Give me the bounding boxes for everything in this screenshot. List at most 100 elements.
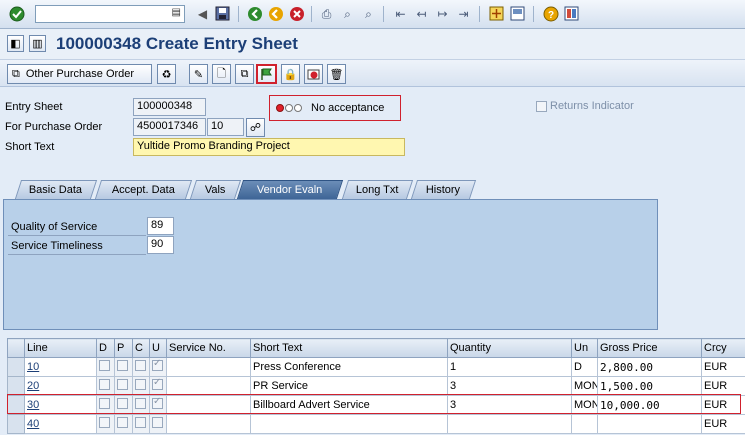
- enter-check-icon[interactable]: [8, 5, 25, 22]
- short-text-cell[interactable]: Billboard Advert Service: [250, 395, 448, 415]
- service-no-cell[interactable]: [166, 414, 251, 434]
- edit-pencil-icon[interactable]: ✎: [189, 64, 208, 84]
- c-checkbox-cell[interactable]: [132, 395, 150, 415]
- hold-icon[interactable]: ◧: [7, 35, 24, 52]
- quantity-cell[interactable]: [447, 414, 572, 434]
- tab-long-txt[interactable]: Long Txt: [341, 180, 414, 199]
- line-cell[interactable]: 30: [24, 395, 97, 415]
- tab-history[interactable]: History: [410, 180, 477, 199]
- line-cell[interactable]: 40: [24, 414, 97, 434]
- print-icon[interactable]: ⎙: [318, 5, 335, 22]
- column-header-u[interactable]: U: [149, 338, 167, 358]
- line-cell[interactable]: 20: [24, 376, 97, 396]
- help-icon[interactable]: ?: [542, 5, 559, 22]
- d-checkbox-cell[interactable]: [96, 357, 115, 377]
- returns-checkbox[interactable]: [536, 100, 547, 112]
- service-timeliness-field[interactable]: 90: [147, 236, 174, 254]
- gross-price-cell[interactable]: [597, 414, 702, 434]
- accept-flag-icon[interactable]: [256, 64, 277, 84]
- table-row[interactable]: 10 Press Conference 1 D 2,800.00 EUR: [7, 357, 745, 377]
- column-header-d[interactable]: D: [96, 338, 115, 358]
- c-checkbox-cell[interactable]: [132, 414, 150, 434]
- exit-icon[interactable]: [267, 5, 284, 22]
- quantity-cell[interactable]: 3: [447, 395, 572, 415]
- document-overview-icon[interactable]: ▥: [29, 35, 46, 52]
- collapse-arrow-icon[interactable]: ◀: [194, 5, 211, 22]
- command-input[interactable]: [36, 6, 166, 22]
- u-checkbox-cell[interactable]: [149, 414, 167, 434]
- d-checkbox-cell[interactable]: [96, 414, 115, 434]
- select-po-item-icon[interactable]: ☍: [246, 118, 265, 137]
- column-header-p[interactable]: P: [114, 338, 133, 358]
- gross-price-cell[interactable]: 2,800.00: [597, 357, 702, 377]
- row-selector[interactable]: [7, 376, 25, 396]
- tab-basic-data[interactable]: Basic Data: [14, 180, 98, 199]
- shortcut-icon[interactable]: [509, 5, 526, 22]
- delete-icon[interactable]: 🗑: [327, 64, 346, 84]
- column-header-quantity[interactable]: Quantity: [447, 338, 572, 358]
- find-icon[interactable]: ⌕: [339, 5, 356, 22]
- u-checkbox-cell[interactable]: [149, 376, 167, 396]
- tab-accept-data[interactable]: Accept. Data: [94, 180, 193, 199]
- p-checkbox-cell[interactable]: [114, 376, 133, 396]
- service-no-cell[interactable]: [166, 357, 251, 377]
- table-row[interactable]: 30 Billboard Advert Service 3 MON 10,000…: [7, 395, 745, 415]
- d-checkbox-cell[interactable]: [96, 395, 115, 415]
- previous-page-icon[interactable]: ↤: [413, 5, 430, 22]
- quality-of-service-field[interactable]: 89: [147, 217, 174, 235]
- c-checkbox-cell[interactable]: [132, 357, 150, 377]
- unit-cell[interactable]: MON: [571, 395, 598, 415]
- quantity-cell[interactable]: 3: [447, 376, 572, 396]
- currency-cell[interactable]: EUR: [701, 414, 745, 434]
- currency-cell[interactable]: EUR: [701, 395, 745, 415]
- history-dropdown-icon[interactable]: ▤: [172, 7, 181, 18]
- short-text-cell[interactable]: [250, 414, 448, 434]
- copy-icon[interactable]: ⧉: [235, 64, 254, 84]
- table-row[interactable]: 20 PR Service 3 MON 1,500.00 EUR: [7, 376, 745, 396]
- service-no-cell[interactable]: [166, 395, 251, 415]
- column-header-currency[interactable]: Crcy: [701, 338, 745, 358]
- tab-vals[interactable]: Vals: [189, 180, 242, 199]
- short-text-cell[interactable]: Press Conference: [250, 357, 448, 377]
- cancel-icon[interactable]: [288, 5, 305, 22]
- u-checkbox-cell[interactable]: [149, 357, 167, 377]
- column-header-gross-price[interactable]: Gross Price: [597, 338, 702, 358]
- gross-price-cell[interactable]: 10,000.00: [597, 395, 702, 415]
- first-page-icon[interactable]: ⇤: [392, 5, 409, 22]
- row-selector[interactable]: [7, 395, 25, 415]
- column-header-unit[interactable]: Un: [571, 338, 598, 358]
- new-document-icon[interactable]: 🗋: [212, 64, 231, 84]
- new-session-icon[interactable]: [488, 5, 505, 22]
- tab-vendor-evaln[interactable]: Vendor Evaln: [236, 180, 344, 199]
- p-checkbox-cell[interactable]: [114, 357, 133, 377]
- back-icon[interactable]: [246, 5, 263, 22]
- display-change-icon[interactable]: ♻: [157, 64, 176, 84]
- revoke-icon[interactable]: [304, 64, 323, 84]
- last-page-icon[interactable]: ⇥: [455, 5, 472, 22]
- find-next-icon[interactable]: ⌕: [360, 5, 377, 22]
- column-header-short-text[interactable]: Short Text: [250, 338, 448, 358]
- lock-icon[interactable]: 🔒: [281, 64, 300, 84]
- c-checkbox-cell[interactable]: [132, 376, 150, 396]
- unit-cell[interactable]: [571, 414, 598, 434]
- service-no-cell[interactable]: [166, 376, 251, 396]
- row-selector[interactable]: [7, 357, 25, 377]
- unit-cell[interactable]: D: [571, 357, 598, 377]
- currency-cell[interactable]: EUR: [701, 376, 745, 396]
- column-header-service-no[interactable]: Service No.: [166, 338, 251, 358]
- gross-price-cell[interactable]: 1,500.00: [597, 376, 702, 396]
- row-selector[interactable]: [7, 414, 25, 434]
- d-checkbox-cell[interactable]: [96, 376, 115, 396]
- table-row[interactable]: 40 EUR: [7, 414, 745, 434]
- p-checkbox-cell[interactable]: [114, 395, 133, 415]
- customize-layout-icon[interactable]: [563, 5, 580, 22]
- p-checkbox-cell[interactable]: [114, 414, 133, 434]
- line-cell[interactable]: 10: [24, 357, 97, 377]
- quantity-cell[interactable]: 1: [447, 357, 572, 377]
- unit-cell[interactable]: MON: [571, 376, 598, 396]
- short-text-field[interactable]: Yultide Promo Branding Project: [133, 138, 405, 156]
- short-text-cell[interactable]: PR Service: [250, 376, 448, 396]
- column-header-line[interactable]: Line: [24, 338, 97, 358]
- command-field[interactable]: ▤: [35, 5, 185, 23]
- u-checkbox-cell[interactable]: [149, 395, 167, 415]
